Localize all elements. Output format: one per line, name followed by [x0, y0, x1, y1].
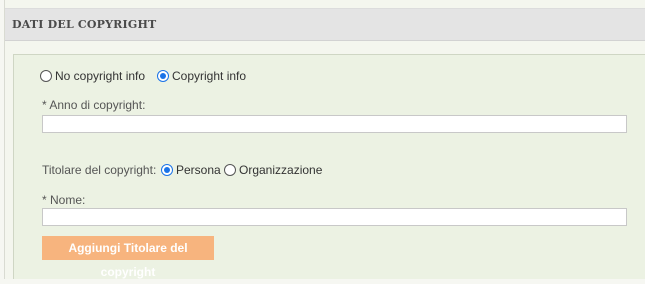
copyright-info-radio[interactable]	[157, 70, 169, 82]
section-title: DATI DEL COPYRIGHT	[12, 18, 157, 31]
copyright-holder-label: Titolare del copyright:	[42, 163, 157, 177]
copyright-form: No copyright info Copyright info * Anno …	[13, 54, 645, 279]
copyright-panel: DATI DEL COPYRIGHT No copyright info Cop…	[4, 0, 645, 279]
add-copyright-holder-button[interactable]: Aggiungi Titolare del copyright	[42, 236, 214, 279]
holder-organization-radio[interactable]	[224, 164, 236, 176]
no-copyright-info-label[interactable]: No copyright info	[55, 69, 145, 83]
holder-organization-label[interactable]: Organizzazione	[239, 163, 322, 177]
holder-person-radio[interactable]	[161, 164, 173, 176]
copyright-year-input[interactable]	[42, 115, 627, 133]
holder-name-input[interactable]	[42, 208, 627, 226]
section-header: DATI DEL COPYRIGHT	[5, 8, 645, 41]
holder-name-label: * Nome:	[42, 193, 86, 207]
copyright-info-label[interactable]: Copyright info	[172, 69, 246, 83]
copyright-year-label: * Anno di copyright:	[42, 98, 146, 112]
no-copyright-info-radio[interactable]	[40, 70, 52, 82]
holder-person-label[interactable]: Persona	[176, 163, 221, 177]
